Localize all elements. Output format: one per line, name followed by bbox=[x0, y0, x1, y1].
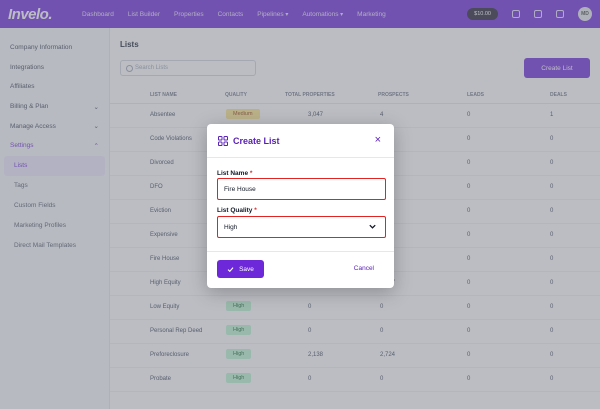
modal-footer: Save Cancel bbox=[207, 251, 394, 288]
list-quality-label: List Quality * bbox=[217, 207, 257, 214]
list-quality-select[interactable]: High bbox=[217, 216, 386, 238]
list-name-label: List Name * bbox=[217, 170, 253, 177]
cancel-button[interactable]: Cancel bbox=[354, 265, 374, 272]
save-button[interactable]: Save bbox=[217, 260, 264, 278]
list-name-input[interactable]: Fire House bbox=[217, 178, 386, 200]
list-grid-icon bbox=[218, 135, 228, 146]
modal-header: Create List × bbox=[207, 124, 394, 158]
close-icon[interactable]: × bbox=[375, 134, 381, 146]
chevron-down-icon bbox=[369, 224, 376, 229]
check-icon bbox=[227, 266, 234, 272]
modal-title: Create List bbox=[233, 135, 280, 146]
create-list-modal: Create List × List Name * Fire House Lis… bbox=[207, 124, 394, 288]
